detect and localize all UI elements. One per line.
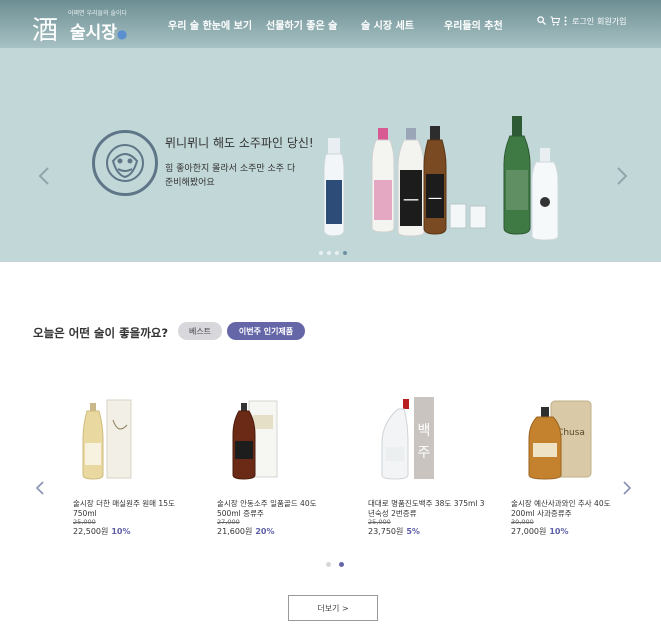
product-name[interactable]: 술시장 더한 매실원주 원매 15도 750ml xyxy=(73,499,193,519)
discount-rate: 20% xyxy=(255,527,275,536)
drop-icon: ● xyxy=(116,27,128,41)
price-line: 21,600원 20% xyxy=(217,527,275,536)
hero-title: 뮈니뮈니 해도 소주파인 당신! xyxy=(165,136,314,150)
logo-mark-icon: 酒 xyxy=(32,16,59,46)
original-price: 25,000 xyxy=(368,518,391,526)
chevron-left-icon[interactable] xyxy=(35,480,45,496)
hero-banner: 酒 어쩌면 우리들의 술이다 술시장● 우리 술 한눈에 보기 선물하기 좋은 … xyxy=(0,0,661,262)
logo[interactable]: 酒 어쩌면 우리들의 술이다 술시장● xyxy=(32,8,142,46)
product-card[interactable]: 술시장 더한 매실원주 원매 15도 750ml 25,000 22,500원 1… xyxy=(73,395,193,536)
menu-icon[interactable] xyxy=(564,16,567,26)
cart-icon[interactable] xyxy=(550,16,560,26)
product-image[interactable]: Chusa xyxy=(511,395,631,485)
signup-link[interactable]: 회원가입 xyxy=(597,16,626,27)
hero-subtitle: 힘 좋아한지 몰라서 소주만 소주 다 준비해봤어요 xyxy=(165,164,296,188)
login-link[interactable]: 로그인 xyxy=(572,16,594,27)
price-line: 23,750원 5% xyxy=(368,527,420,536)
slide-dot[interactable] xyxy=(319,251,323,255)
search-icon[interactable] xyxy=(537,16,546,25)
product-name[interactable]: 대대로 명품진도백주 38도 375ml 3년숙성 2번증류 xyxy=(368,499,488,519)
svg-text:백: 백 xyxy=(418,423,431,439)
product-card[interactable]: Chusa 술시장 예산사과와인 추사 40도 200ml 사과증류주 30,0… xyxy=(511,395,631,536)
original-price: 25,000 xyxy=(73,518,96,526)
discount-rate: 10% xyxy=(549,527,569,536)
chevron-left-icon[interactable] xyxy=(38,166,50,186)
more-button[interactable]: 더보기 > xyxy=(288,595,378,621)
page-dot[interactable] xyxy=(326,562,331,567)
original-price: 30,000 xyxy=(511,518,534,526)
slide-dot[interactable] xyxy=(327,251,331,255)
nav-item-set[interactable]: 술 시장 세트 xyxy=(361,17,414,32)
nav-item-overview[interactable]: 우리 술 한눈에 보기 xyxy=(168,17,252,32)
nav-item-recommend[interactable]: 우리들의 추천 xyxy=(444,17,503,32)
original-price: 27,000 xyxy=(217,518,240,526)
tiger-emblem-icon xyxy=(92,130,158,196)
product-image[interactable]: 백 주 xyxy=(368,395,488,485)
page-dot-active[interactable] xyxy=(339,562,344,567)
header: 酒 어쩌면 우리들의 술이다 술시장● 우리 술 한눈에 보기 선물하기 좋은 … xyxy=(0,0,661,48)
section-title: 오늘은 어떤 술이 좋을까요? xyxy=(33,326,169,340)
product-image[interactable] xyxy=(73,395,193,485)
price-line: 22,500원 10% xyxy=(73,527,131,536)
svg-text:一: 一 xyxy=(428,192,442,208)
slide-dot[interactable] xyxy=(335,251,339,255)
slide-dot-active[interactable] xyxy=(343,251,347,255)
product-card[interactable]: 술시장 안동소주 일품골드 40도 500ml 증류주 27,000 21,60… xyxy=(217,395,337,536)
hero-slide-dots xyxy=(319,251,347,255)
soju-bottles-image: 一 一 xyxy=(323,116,559,241)
logo-text: 술시장● xyxy=(70,23,128,43)
product-page-dots xyxy=(326,562,344,567)
logo-tagline: 어쩌면 우리들의 술이다 xyxy=(68,10,128,17)
product-name[interactable]: 술시장 예산사과와인 추사 40도 200ml 사과증류주 xyxy=(511,499,631,519)
product-card[interactable]: 백 주 대대로 명품진도백주 38도 375ml 3년숙성 2번증류 25,00… xyxy=(368,395,488,536)
tab-best[interactable]: 베스트 xyxy=(178,322,222,340)
price-line: 27,000원 10% xyxy=(511,527,569,536)
tab-weekly-popular[interactable]: 이번주 인기제품 xyxy=(227,322,305,340)
product-name[interactable]: 술시장 안동소주 일품골드 40도 500ml 증류주 xyxy=(217,499,337,519)
svg-text:一: 一 xyxy=(403,191,419,210)
chevron-right-icon[interactable] xyxy=(616,166,628,186)
discount-rate: 10% xyxy=(111,527,131,536)
product-image[interactable] xyxy=(217,395,337,485)
discount-rate: 5% xyxy=(406,527,420,536)
svg-text:주: 주 xyxy=(418,445,431,461)
nav-item-gift[interactable]: 선물하기 좋은 술 xyxy=(266,17,337,32)
